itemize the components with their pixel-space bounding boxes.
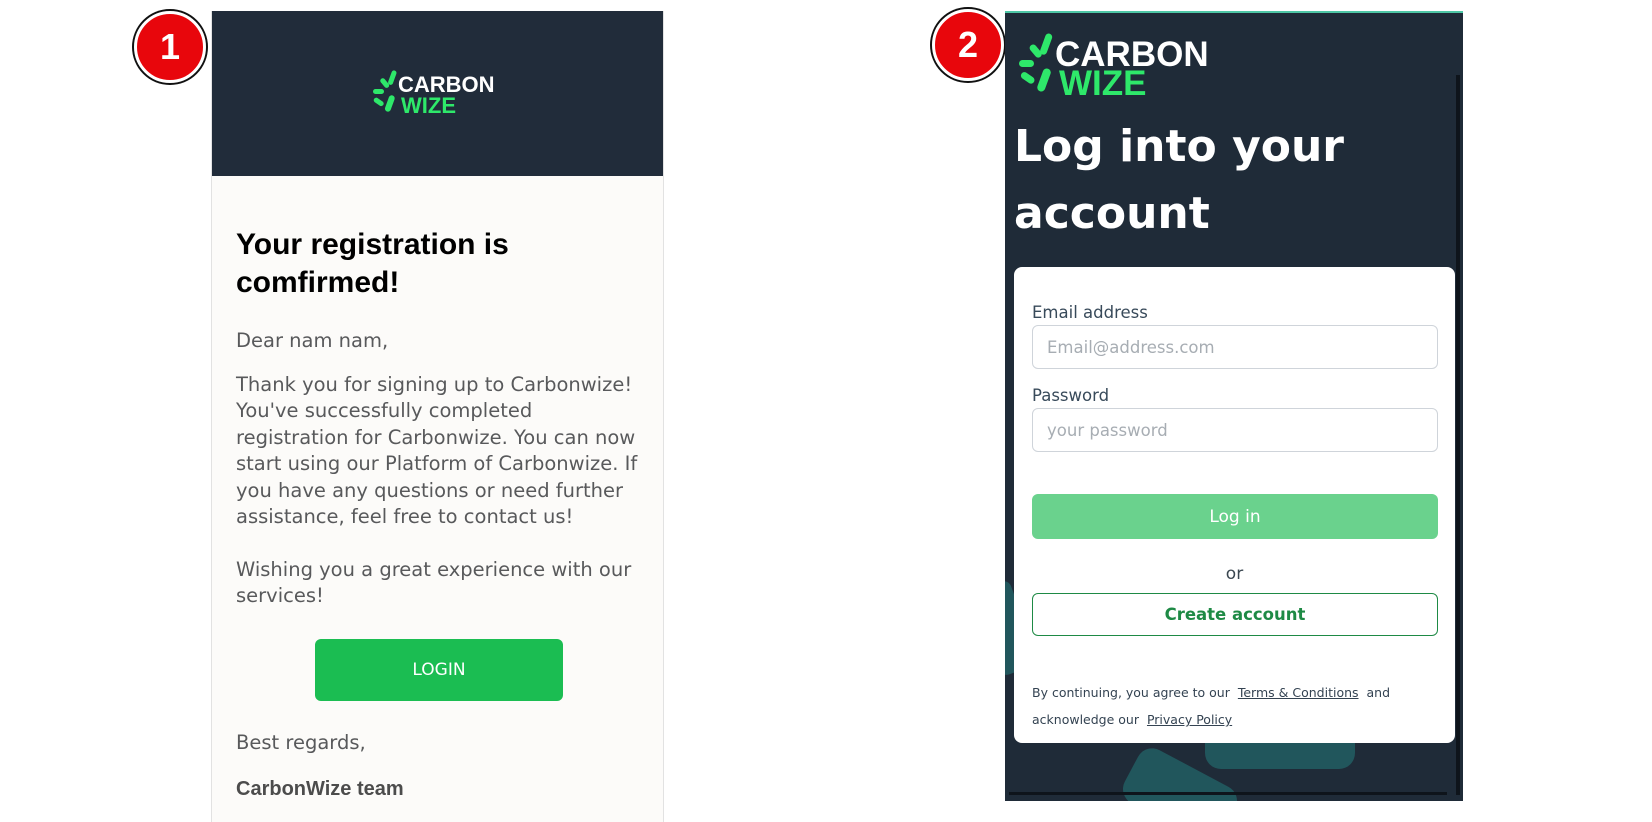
email-login-button[interactable]: LOGIN <box>315 639 563 701</box>
privacy-policy-link[interactable]: Privacy Policy <box>1147 712 1232 727</box>
svg-text:WIZE: WIZE <box>1059 64 1146 97</box>
email-team-signature: CarbonWize team <box>236 778 404 800</box>
step-badge-2: 2 <box>932 9 1004 81</box>
password-input[interactable] <box>1032 408 1438 452</box>
email-label: Email address <box>1032 303 1148 322</box>
email-header: CARBON WIZE <box>212 11 663 176</box>
or-divider-text: or <box>1225 564 1244 584</box>
svg-text:WIZE: WIZE <box>401 93 456 115</box>
email-title: Your registration is comfirmed! <box>236 228 509 299</box>
create-account-button[interactable]: Create account <box>1032 593 1438 636</box>
bottom-divider <box>1009 792 1447 795</box>
email-greeting: Dear nam nam, <box>236 329 389 352</box>
step-badge-1: 1 <box>134 11 206 83</box>
sunburst-icon <box>1019 33 1053 92</box>
password-label: Password <box>1032 386 1110 405</box>
email-wish-text: Wishing you a great experience with our … <box>236 557 632 608</box>
email-signoff: Best regards, <box>236 731 366 754</box>
email-body-text: Thank you for signing up to Carbonwize! … <box>236 372 638 529</box>
terms-conditions-link[interactable]: Terms & Conditions <box>1238 685 1359 700</box>
login-heading: Log into your account <box>1014 121 1344 239</box>
scrollbar[interactable] <box>1456 75 1460 795</box>
carbonwize-logo: CARBON WIZE <box>368 69 518 120</box>
legal-prefix-text: By continuing, you agree to our <box>1032 685 1230 700</box>
sunburst-icon <box>373 70 397 112</box>
email-input[interactable] <box>1032 325 1438 369</box>
confirmation-email: CARBON WIZE Your registration is comfirm… <box>211 11 664 822</box>
login-button[interactable]: Log in <box>1032 494 1438 539</box>
login-form-card: Email address Password Log in or Create … <box>1014 267 1455 743</box>
legal-notice: By continuing, you agree to our Terms & … <box>1032 679 1442 733</box>
login-screen: CARBON WIZE Log into your account Email … <box>1005 11 1463 801</box>
carbonwize-logo: CARBON WIZE <box>1013 31 1223 103</box>
